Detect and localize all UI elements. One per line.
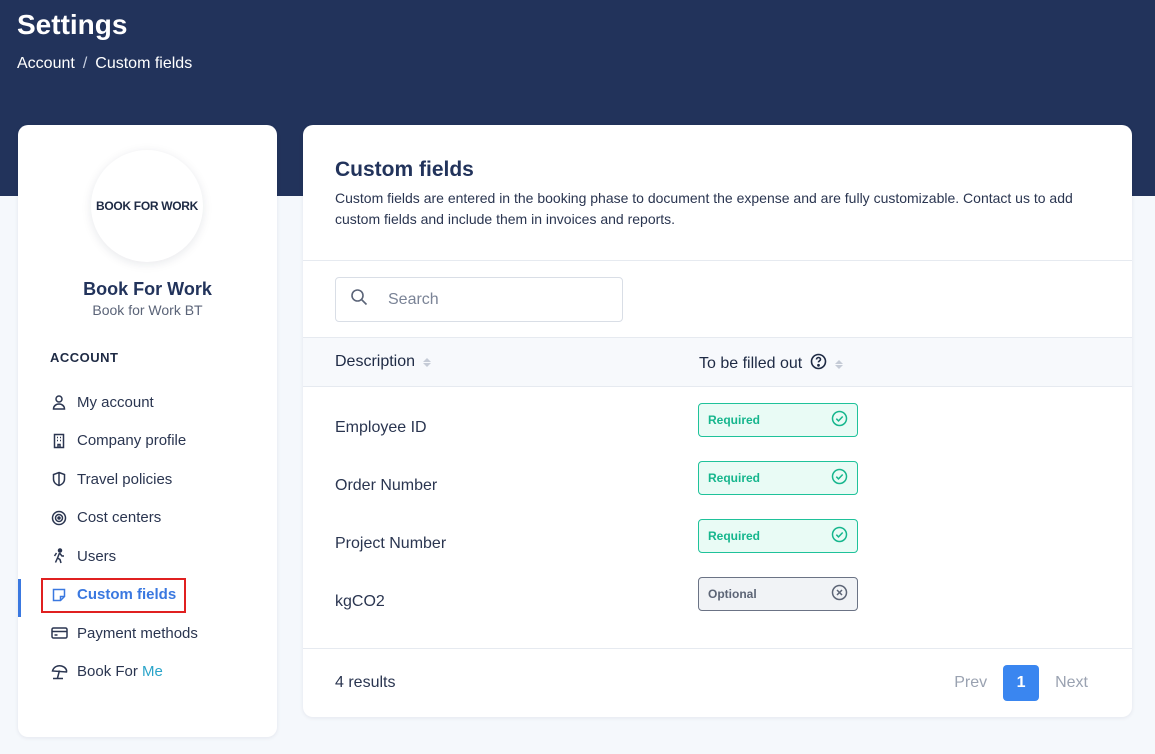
- sidebar: BOOK FOR WORK Book For Work Book for Wor…: [18, 125, 277, 737]
- search-input[interactable]: [388, 290, 608, 309]
- status-badge[interactable]: Required: [698, 461, 858, 495]
- company-subtitle: Book for Work BT: [92, 302, 203, 318]
- sidebar-item-users[interactable]: Users: [18, 537, 277, 576]
- sidebar-item-travel-policies[interactable]: Travel policies: [18, 460, 277, 499]
- divider: [303, 260, 1132, 261]
- table-row: Project Number Required: [303, 516, 1132, 574]
- sidebar-item-payment-methods[interactable]: Payment methods: [18, 614, 277, 653]
- column-header-description[interactable]: Description: [335, 353, 432, 371]
- section-description: Custom fields are entered in the booking…: [335, 190, 1073, 227]
- column-header-to-be-filled-out[interactable]: To be filled out: [699, 353, 844, 375]
- sidebar-item-label: Book For: [77, 663, 138, 681]
- sidebar-item-cost-centers[interactable]: Cost centers: [18, 499, 277, 538]
- sidebar-item-company-profile[interactable]: Company profile: [18, 422, 277, 461]
- logo-text: BOOK FOR WORK: [95, 199, 199, 213]
- column-header-label: To be filled out: [699, 355, 803, 372]
- column-header-label: Description: [335, 353, 416, 370]
- sidebar-item-label: Company profile: [77, 432, 187, 450]
- breadcrumb-current: Custom fields: [95, 55, 193, 72]
- sidebar-item-book-for-me[interactable]: Book For Me: [18, 653, 277, 692]
- breadcrumb-separator: /: [82, 55, 88, 72]
- shield-icon: [50, 470, 68, 488]
- divider: [303, 648, 1132, 649]
- breadcrumb: Account / Custom fields: [17, 55, 192, 73]
- table-header: Description To be filled out: [303, 337, 1132, 387]
- table-row: Order Number Required: [303, 458, 1132, 516]
- check-circle-icon: [831, 410, 848, 430]
- selection-highlight: [41, 577, 186, 613]
- table-row: Employee ID Required: [303, 400, 1132, 458]
- company-name: Book For Work: [83, 279, 212, 299]
- status-label: Required: [708, 413, 761, 427]
- traveler-icon: [50, 547, 68, 565]
- section-label: ACCOUNT: [50, 350, 119, 365]
- status-label: Required: [708, 471, 761, 485]
- sidebar-item-custom-fields[interactable]: Custom fields: [18, 576, 277, 616]
- sort-icon: [423, 357, 432, 367]
- status-badge[interactable]: Required: [698, 519, 858, 553]
- check-circle-icon: [831, 468, 848, 488]
- sidebar-nav: My account Company profile Travel polici…: [18, 383, 277, 691]
- check-circle-icon: [831, 526, 848, 546]
- building-icon: [50, 432, 68, 450]
- results-count: 4 results: [335, 674, 396, 691]
- next-page-button[interactable]: Next: [1055, 674, 1088, 692]
- help-icon[interactable]: [810, 353, 827, 375]
- pagination: Prev 1 Next: [954, 665, 1088, 701]
- row-description: Employee ID: [335, 419, 427, 436]
- page-title: Settings: [17, 9, 128, 40]
- row-description: kgCO2: [335, 593, 385, 610]
- beach-umbrella-icon: [50, 663, 68, 681]
- status-badge[interactable]: Optional: [698, 577, 858, 611]
- section-title: Custom fields: [335, 158, 474, 181]
- row-description: Project Number: [335, 535, 447, 552]
- sidebar-item-my-account[interactable]: My account: [18, 383, 277, 422]
- status-label: Required: [708, 529, 761, 543]
- sidebar-item-label: Travel policies: [77, 470, 173, 488]
- sidebar-item-label: Cost centers: [77, 509, 162, 527]
- prev-page-button[interactable]: Prev: [954, 674, 987, 692]
- target-icon: [50, 509, 68, 527]
- breadcrumb-account[interactable]: Account: [17, 55, 75, 73]
- search-icon: [350, 288, 368, 311]
- status-badge[interactable]: Required: [698, 403, 858, 437]
- sidebar-item-label: Users: [77, 547, 117, 565]
- sidebar-item-label: My account: [77, 393, 154, 411]
- main-card: Custom fields Custom fields are entered …: [303, 125, 1132, 717]
- credit-card-icon: [50, 624, 68, 642]
- status-label: Optional: [708, 587, 757, 601]
- sidebar-item-label-accent: Me: [142, 663, 163, 681]
- company-logo: BOOK FOR WORK: [91, 150, 203, 262]
- page-1-button[interactable]: 1: [1003, 665, 1040, 701]
- search-box: [335, 277, 623, 322]
- sort-icon: [835, 359, 844, 369]
- sidebar-item-label: Payment methods: [77, 624, 198, 642]
- user-icon: [50, 393, 68, 411]
- row-description: Order Number: [335, 477, 438, 494]
- x-circle-icon: [831, 584, 848, 604]
- table-row: kgCO2 Optional: [303, 574, 1132, 632]
